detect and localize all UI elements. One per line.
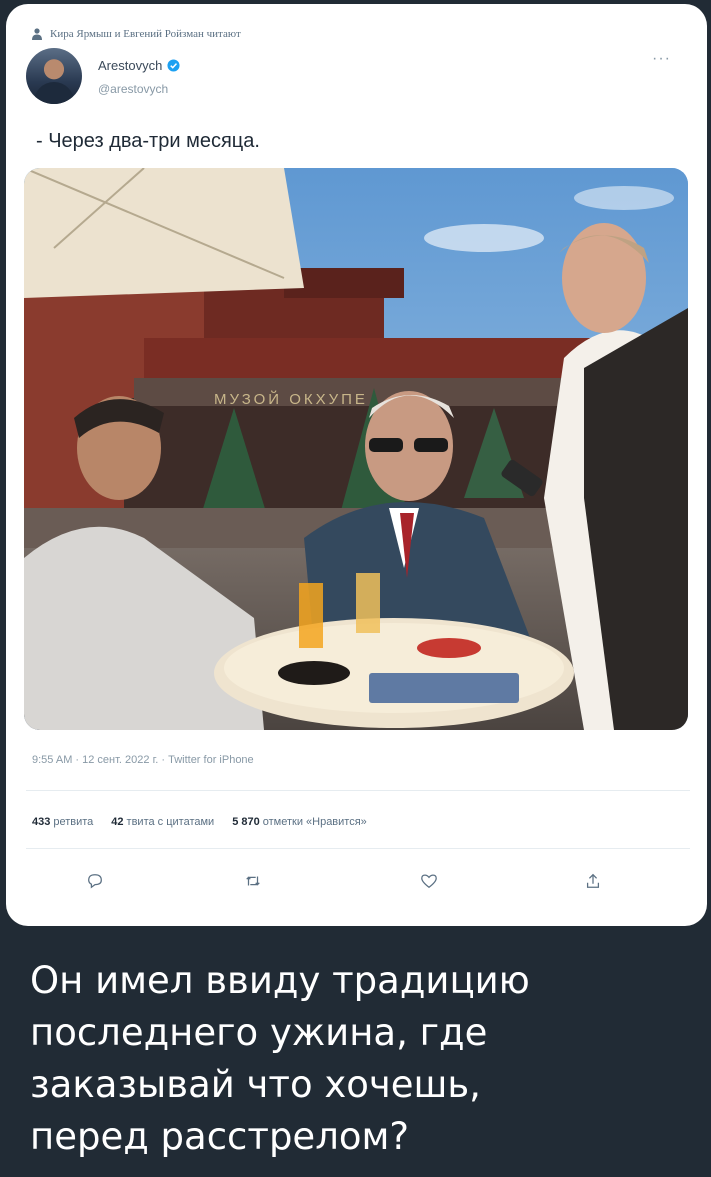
mausoleum-sign: МУЗОЙ ОКХУПЕ	[214, 390, 368, 408]
tweet-actions	[6, 866, 707, 896]
tweet-card: Кира Ярмыш и Евгений Ройзман читают Ares…	[6, 4, 707, 926]
meme-caption: Он имел ввиду традицию последнего ужина,…	[30, 959, 530, 1158]
tweet-timestamp[interactable]: 9:55 AM · 12 сент. 2022 г. · Twitter for…	[32, 754, 254, 766]
more-options-icon[interactable]: ···	[652, 50, 671, 68]
like-button[interactable]	[414, 866, 444, 896]
share-button[interactable]	[578, 866, 608, 896]
share-icon	[586, 873, 600, 888]
divider	[26, 848, 690, 849]
divider	[26, 790, 690, 791]
reply-icon	[88, 874, 102, 889]
tweet-photo[interactable]: МУЗОЙ ОКХУПЕ	[24, 168, 688, 730]
author-handle[interactable]: @arestovych	[98, 82, 168, 96]
quotes-stat[interactable]: 42 твита с цитатами	[111, 816, 214, 828]
social-context-text: Кира Ярмыш и Евгений Ройзман читают	[50, 28, 241, 40]
avatar[interactable]	[26, 48, 82, 104]
reply-button[interactable]	[80, 866, 110, 896]
retweet-icon	[246, 876, 260, 886]
person-icon	[32, 28, 42, 40]
author-name-text: Arestovych	[98, 58, 163, 73]
photo-collage: МУЗОЙ ОКХУПЕ	[24, 168, 688, 730]
tweet-text: - Через два-три месяца.	[36, 130, 260, 152]
social-context[interactable]: Кира Ярмыш и Евгений Ройзман читают	[32, 26, 241, 42]
retweets-stat[interactable]: 433 ретвита	[32, 816, 93, 828]
tweet-stats: 433 ретвита 42 твита с цитатами 5 870 отмет…	[32, 816, 367, 828]
retweet-button[interactable]	[238, 866, 268, 896]
like-icon	[421, 874, 437, 889]
verified-icon	[167, 59, 180, 72]
author-name[interactable]: Arestovych	[98, 58, 180, 73]
likes-stat[interactable]: 5 870 отметки «Нравится»	[232, 816, 367, 828]
